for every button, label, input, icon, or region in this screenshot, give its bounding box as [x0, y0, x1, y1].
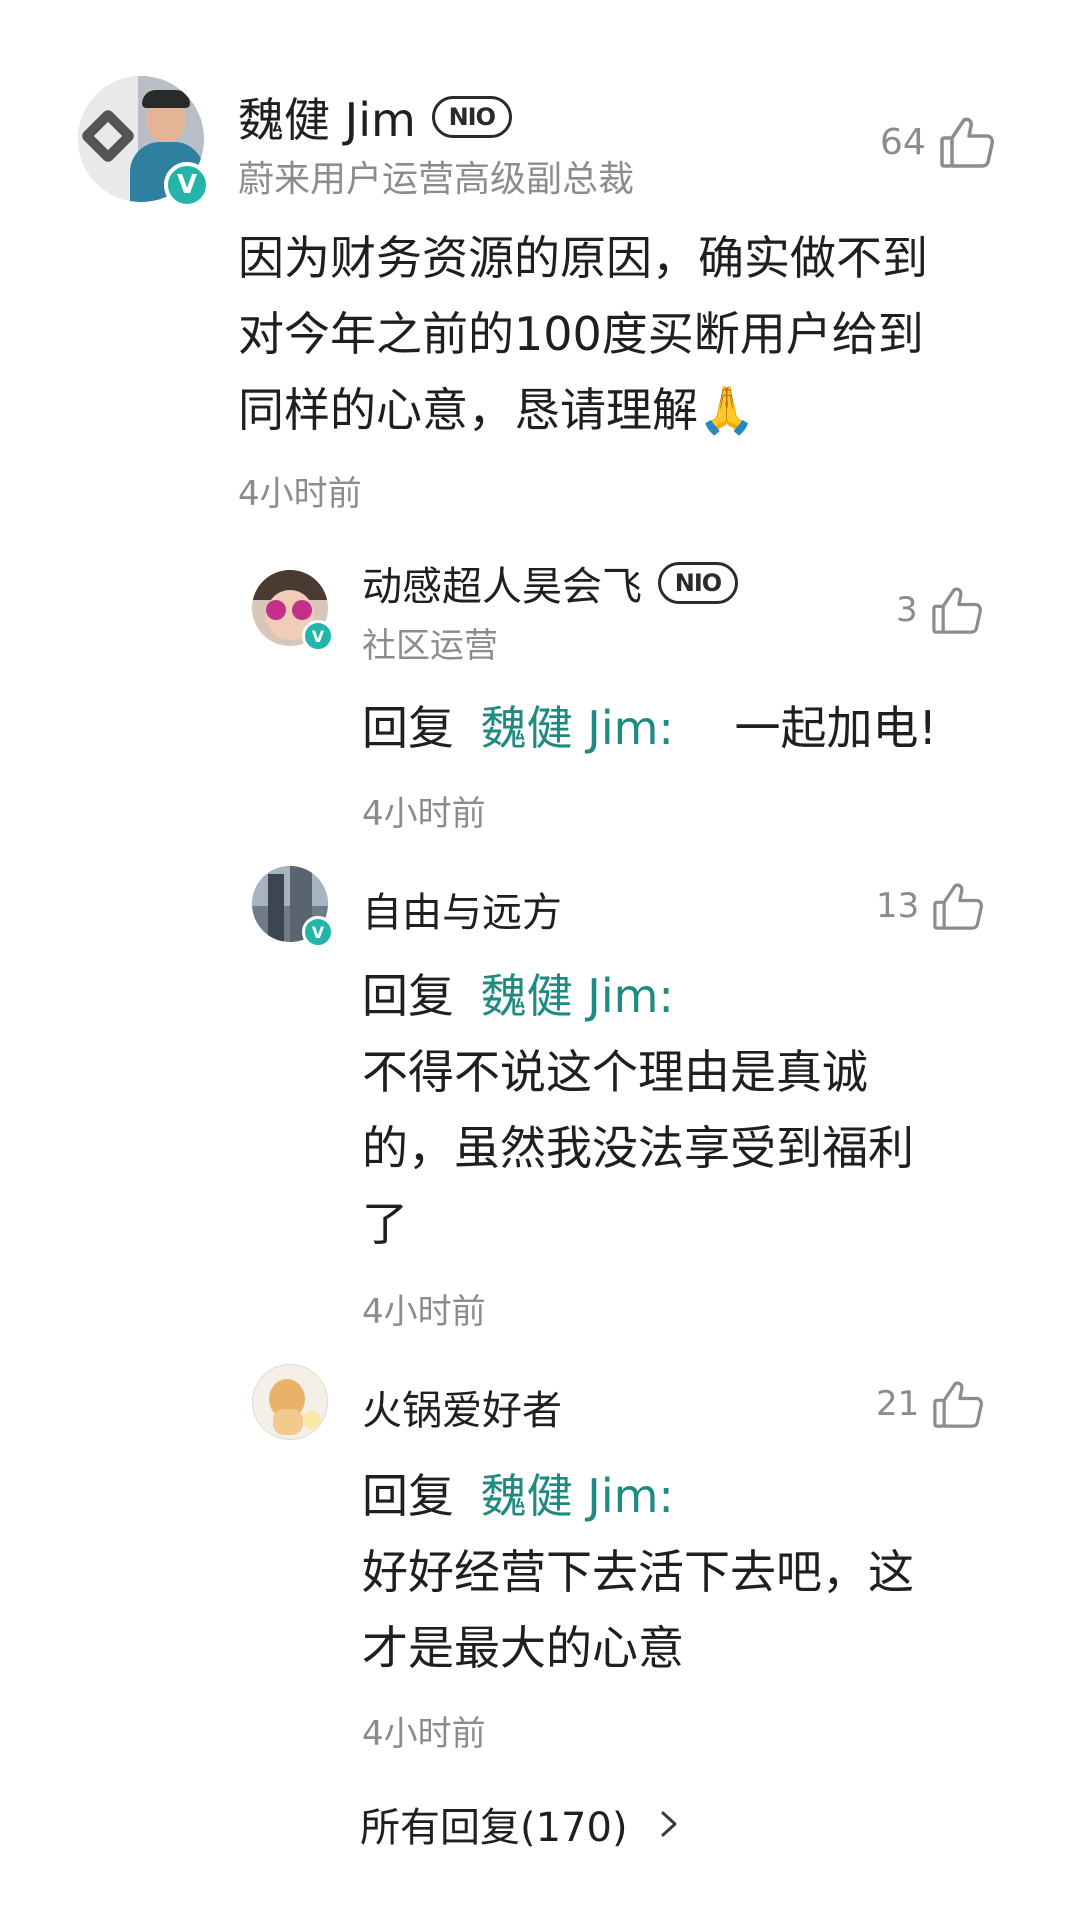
- avatar[interactable]: V: [78, 76, 210, 208]
- verified-v-icon: V: [302, 620, 334, 652]
- like-button[interactable]: 3: [896, 586, 982, 634]
- reply-line: 了: [362, 1197, 408, 1251]
- avatar[interactable]: [252, 1364, 328, 1440]
- author-title: 蔚来用户运营高级副总裁: [238, 159, 635, 200]
- thumbs-up-icon: [940, 117, 994, 168]
- like-count: 21: [876, 1384, 920, 1424]
- like-count: 13: [876, 886, 920, 926]
- reply-prefix: 回复: [362, 969, 454, 1023]
- thumbs-up-icon: [931, 587, 982, 634]
- reply-line: 好好经营下去活下去吧，这: [362, 1545, 914, 1599]
- mention-link[interactable]: 魏健 Jim:: [481, 701, 674, 755]
- all-replies-label: 所有回复(170): [360, 1805, 628, 1851]
- reply-body: 回复 魏健 Jim: 好好经营下去活下去吧，这 才是最大的心意: [362, 1458, 914, 1686]
- reply-prefix: 回复: [362, 701, 454, 755]
- like-button[interactable]: 21: [876, 1380, 984, 1428]
- reply-line: 才是最大的心意: [362, 1621, 684, 1675]
- verified-v-icon: V: [302, 916, 334, 948]
- author-title: 社区运营: [362, 626, 498, 666]
- like-button[interactable]: 64: [880, 116, 994, 168]
- thumbs-up-icon: [933, 883, 984, 930]
- reply-body: 回复 魏健 Jim: 不得不说这个理由是真诚 的，虽然我没法享受到福利 了: [362, 958, 914, 1262]
- like-count: 64: [880, 121, 926, 163]
- nio-badge: NIO: [431, 96, 512, 138]
- avatar[interactable]: V: [252, 570, 334, 652]
- thumbs-up-icon: [933, 1381, 984, 1428]
- reply-line: 不得不说这个理由是真诚: [362, 1045, 868, 1099]
- nio-badge: NIO: [658, 562, 738, 604]
- comment-line: 同样的心意，恳请理解🙏: [238, 383, 756, 437]
- comment-thread: V 魏健 Jim NIO 蔚来用户运营高级副总裁 64 因为财务资源的原因，确实…: [0, 0, 1080, 1920]
- like-count: 3: [896, 590, 918, 630]
- timestamp: 4小时前: [362, 1292, 486, 1332]
- like-button[interactable]: 13: [876, 882, 984, 930]
- mention-link[interactable]: 魏健 Jim:: [481, 969, 674, 1023]
- author-name[interactable]: 自由与远方: [362, 880, 562, 938]
- reply-line: 的，虽然我没法享受到福利: [362, 1121, 914, 1175]
- timestamp: 4小时前: [238, 474, 362, 514]
- mention-link[interactable]: 魏健 Jim:: [481, 1469, 674, 1523]
- avatar[interactable]: V: [252, 866, 334, 948]
- timestamp: 4小时前: [362, 1714, 486, 1754]
- comment-body: 因为财务资源的原因，确实做不到 对今年之前的100度买断用户给到 同样的心意，恳…: [238, 220, 928, 448]
- chevron-right-icon: [661, 1811, 677, 1837]
- verified-v-icon: V: [164, 162, 210, 208]
- author-name[interactable]: 火锅爱好者: [362, 1378, 562, 1436]
- avatar-image: [252, 1364, 328, 1440]
- comment-line: 因为财务资源的原因，确实做不到: [238, 231, 928, 285]
- all-replies-link[interactable]: 所有回复(170): [360, 1795, 684, 1853]
- reply-body: 回复 魏健 Jim: 一起加电!: [362, 690, 937, 766]
- author-name[interactable]: 魏健 Jim: [238, 84, 416, 150]
- timestamp: 4小时前: [362, 794, 486, 834]
- reply-prefix: 回复: [362, 1469, 454, 1523]
- author-name[interactable]: 动感超人昊会飞: [362, 554, 642, 612]
- reply-text: 一起加电!: [734, 701, 937, 755]
- comment-line: 对今年之前的100度买断用户给到: [238, 307, 924, 361]
